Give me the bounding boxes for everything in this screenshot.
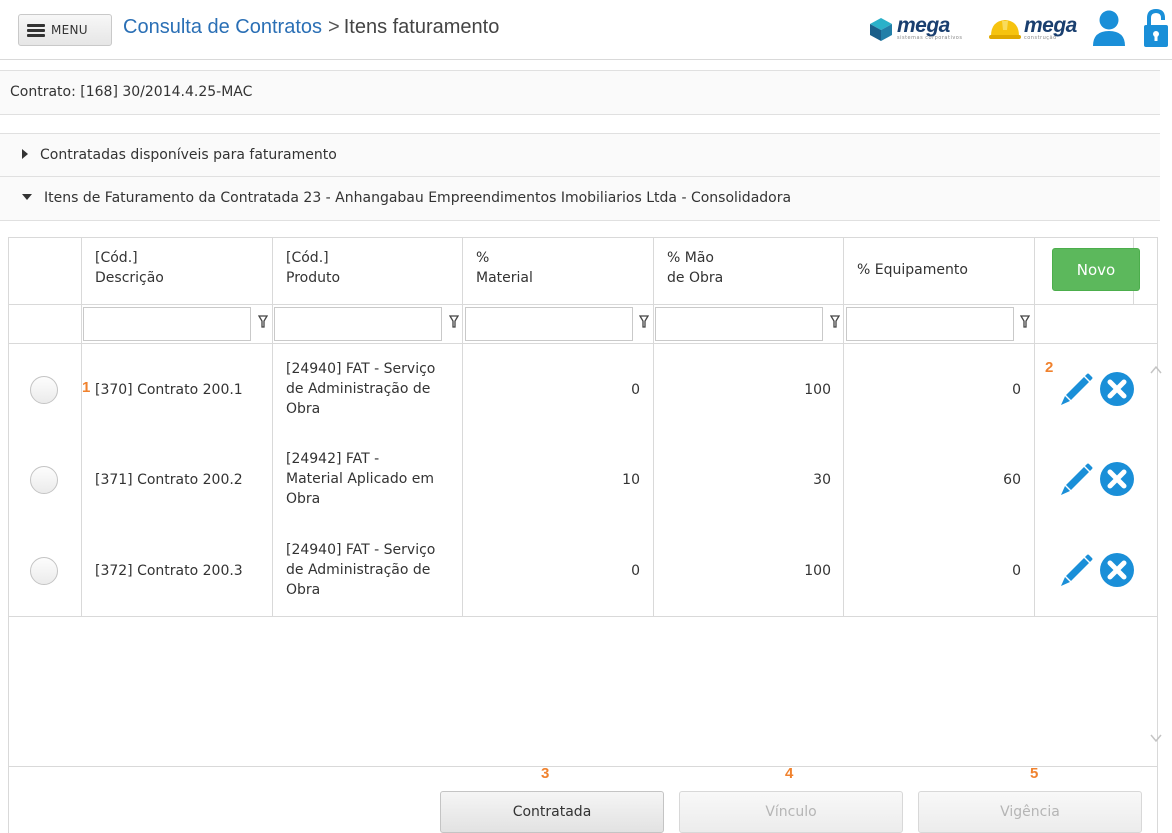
cell-produto: [24942] FAT - Material Aplicado em Obra — [286, 451, 434, 507]
top-header: MENU Consulta de Contratos > Itens faturam… — [0, 0, 1172, 60]
filter-input-descricao[interactable] — [83, 307, 251, 341]
filter-icon[interactable] — [830, 315, 840, 329]
delete-circle-x-icon[interactable] — [1098, 551, 1136, 589]
expand-arrow-icon — [22, 149, 28, 159]
cell-equipamento: 0 — [1012, 382, 1021, 398]
breadcrumb: Consulta de Contratos > Itens faturamento — [123, 16, 499, 39]
column-header-material[interactable]: % Material — [476, 248, 533, 288]
user-icon[interactable] — [1092, 9, 1126, 47]
marker-1: 1 — [82, 379, 91, 396]
mega-logo-text: mega — [897, 14, 950, 37]
row-select-radio[interactable] — [30, 557, 58, 585]
section-contratadas-disponiveis[interactable]: Contratadas disponíveis para faturamento — [0, 133, 1160, 177]
cell-material: 10 — [622, 472, 640, 488]
marker-2: 2 — [1045, 359, 1054, 376]
column-header-produto[interactable]: [Cód.] Produto — [286, 248, 340, 288]
cell-equipamento: 60 — [1003, 472, 1021, 488]
edit-pencil-icon[interactable] — [1057, 551, 1095, 589]
hamburger-icon — [27, 23, 45, 37]
cell-produto: [24940] FAT - Serviço de Administração de… — [286, 361, 436, 417]
column-header-mao-obra[interactable]: % Mão de Obra — [667, 248, 723, 288]
column-header-equipamento[interactable]: % Equipamento — [857, 260, 968, 280]
filter-icon[interactable] — [449, 315, 459, 329]
filter-icon[interactable] — [1020, 315, 1030, 329]
mega-construcao-logo: mega construção — [988, 14, 1077, 42]
cell-mao-obra: 100 — [804, 563, 831, 579]
cell-mao-obra: 100 — [804, 382, 831, 398]
delete-circle-x-icon[interactable] — [1098, 370, 1136, 408]
vinculo-button[interactable]: Vínculo — [679, 791, 903, 833]
breadcrumb-link-consulta[interactable]: Consulta de Contratos — [123, 16, 322, 38]
collapse-arrow-icon — [22, 194, 32, 200]
column-header-descricao[interactable]: [Cód.] Descrição — [95, 248, 164, 288]
filter-input-mao-obra[interactable] — [655, 307, 823, 341]
novo-button[interactable]: Novo — [1052, 248, 1140, 291]
cell-material: 0 — [631, 563, 640, 579]
mega-construcao-logo-sub: construção — [1024, 35, 1057, 41]
lock-icon[interactable] — [1143, 8, 1169, 48]
contratada-button[interactable]: Contratada — [440, 791, 664, 833]
row-select-radio[interactable] — [30, 376, 58, 404]
vigencia-button[interactable]: Vigência — [918, 791, 1142, 833]
marker-3: 3 — [541, 765, 550, 782]
items-grid: [Cód.] Descrição [Cód.] Produto % Material … — [8, 237, 1158, 833]
delete-circle-x-icon[interactable] — [1098, 460, 1136, 498]
filter-input-equipamento[interactable] — [846, 307, 1014, 341]
edit-pencil-icon[interactable] — [1057, 460, 1095, 498]
section-label: Itens de Faturamento da Contratada 23 - … — [44, 190, 792, 206]
table-row: [372] Contrato 200.3 [24940] FAT - Servi… — [9, 525, 1136, 615]
cell-equipamento: 0 — [1012, 563, 1021, 579]
section-label: Contratadas disponíveis para faturamento — [40, 147, 337, 163]
filter-icon[interactable] — [639, 315, 649, 329]
vertical-scrollbar[interactable] — [1149, 345, 1163, 765]
hardhat-icon — [989, 20, 1021, 39]
cell-mao-obra: 30 — [813, 472, 831, 488]
cell-descricao: [371] Contrato 200.2 — [95, 472, 243, 488]
filter-input-material[interactable] — [465, 307, 633, 341]
edit-pencil-icon[interactable] — [1057, 370, 1095, 408]
cell-produto: [24940] FAT - Serviço de Administração de… — [286, 542, 436, 598]
mega-logo-sub: sistemas corporativos — [897, 35, 963, 41]
contract-info: Contrato: [168] 30/2014.4.25-MAC — [0, 70, 1160, 115]
filter-icon[interactable] — [258, 315, 268, 329]
breadcrumb-current: Itens faturamento — [343, 16, 500, 38]
cell-descricao: [370] Contrato 200.1 — [95, 382, 243, 398]
menu-button[interactable]: MENU — [18, 14, 112, 46]
footer-toolbar: 3 4 5 Contratada Vínculo Vigência — [8, 765, 1158, 833]
mega-logo: mega sistemas corporativos — [868, 14, 963, 42]
marker-5: 5 — [1030, 765, 1039, 782]
filter-input-produto[interactable] — [274, 307, 442, 341]
filter-row — [9, 304, 1157, 344]
menu-label: MENU — [51, 23, 88, 37]
cell-material: 0 — [631, 382, 640, 398]
marker-4: 4 — [785, 765, 794, 782]
table-row: 1 [370] Contrato 200.1 [24940] FAT - Ser… — [9, 345, 1136, 435]
mega-cube-icon — [870, 18, 892, 41]
breadcrumb-separator: > — [328, 16, 340, 38]
row-select-radio[interactable] — [30, 466, 58, 494]
section-itens-faturamento[interactable]: Itens de Faturamento da Contratada 23 - … — [0, 177, 1160, 221]
table-row: [371] Contrato 200.2 [24942] FAT - Materi… — [9, 435, 1136, 525]
mega-construcao-logo-text: mega — [1024, 14, 1077, 37]
cell-descricao: [372] Contrato 200.3 — [95, 563, 243, 579]
